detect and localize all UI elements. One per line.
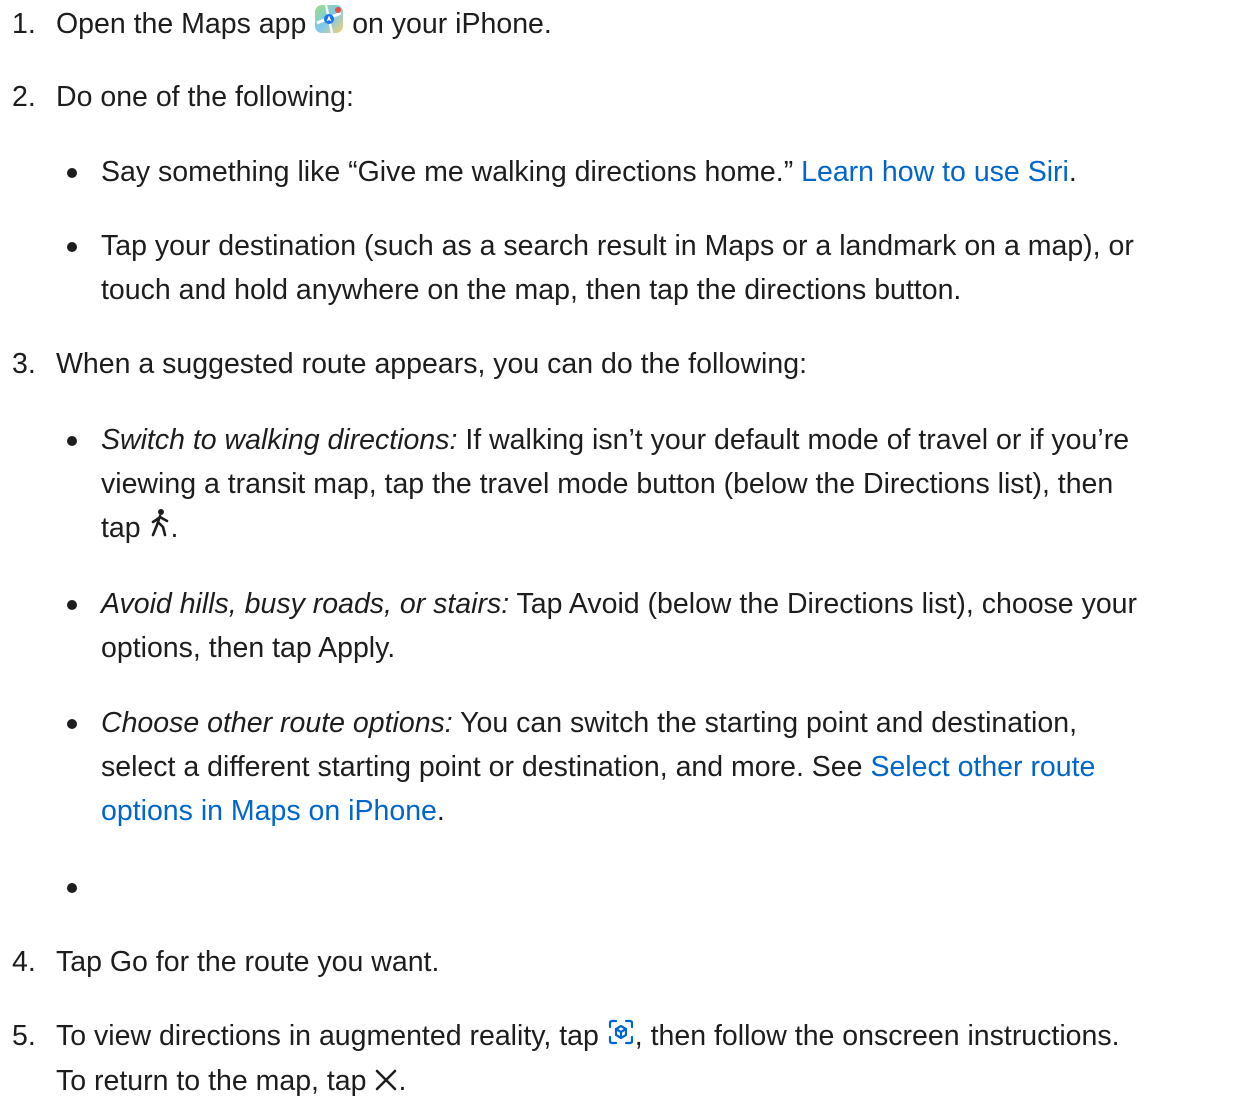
step-text: Do one of the following: — [56, 81, 354, 113]
step-number: 4. — [12, 946, 36, 978]
step-number: 1. — [12, 8, 36, 40]
close-icon — [374, 1061, 398, 1105]
bullet-dot — [67, 600, 77, 610]
maps-app-icon — [314, 3, 344, 47]
step-text: When a suggested route appears, you can … — [56, 348, 807, 380]
list-item: Tap your destination (such as a search r… — [67, 224, 1229, 312]
step-number: 5. — [12, 1020, 36, 1052]
route-options-link[interactable]: options in Maps on iPhone — [101, 795, 437, 827]
route-options-link[interactable]: Select other route — [870, 751, 1095, 783]
list-item: Switch to walking directions: If walking… — [67, 418, 1229, 551]
list-item: Avoid hills, busy roads, or stairs: Tap … — [67, 582, 1229, 670]
bullet-dot — [67, 883, 77, 893]
step-number: 2. — [12, 81, 36, 113]
list-item: Say something like “Give me walking dire… — [67, 150, 1229, 194]
step-number: 3. — [12, 348, 36, 380]
bullet-dot — [67, 242, 77, 252]
bullet-dot — [67, 436, 77, 446]
learn-siri-link[interactable]: Learn how to use Siri — [801, 156, 1069, 188]
list-item: Choose other route options: You can swit… — [67, 701, 1229, 833]
bullet-dot — [67, 168, 77, 178]
bullet-dot — [67, 719, 77, 729]
step-text: To view directions in augmented reality,… — [56, 1014, 1235, 1105]
ar-icon — [607, 1015, 635, 1059]
walking-icon — [149, 507, 171, 551]
step-text: Open the Maps app on your iPhone. — [56, 2, 1235, 47]
step-text: Tap Go for the route you want. — [56, 946, 440, 978]
